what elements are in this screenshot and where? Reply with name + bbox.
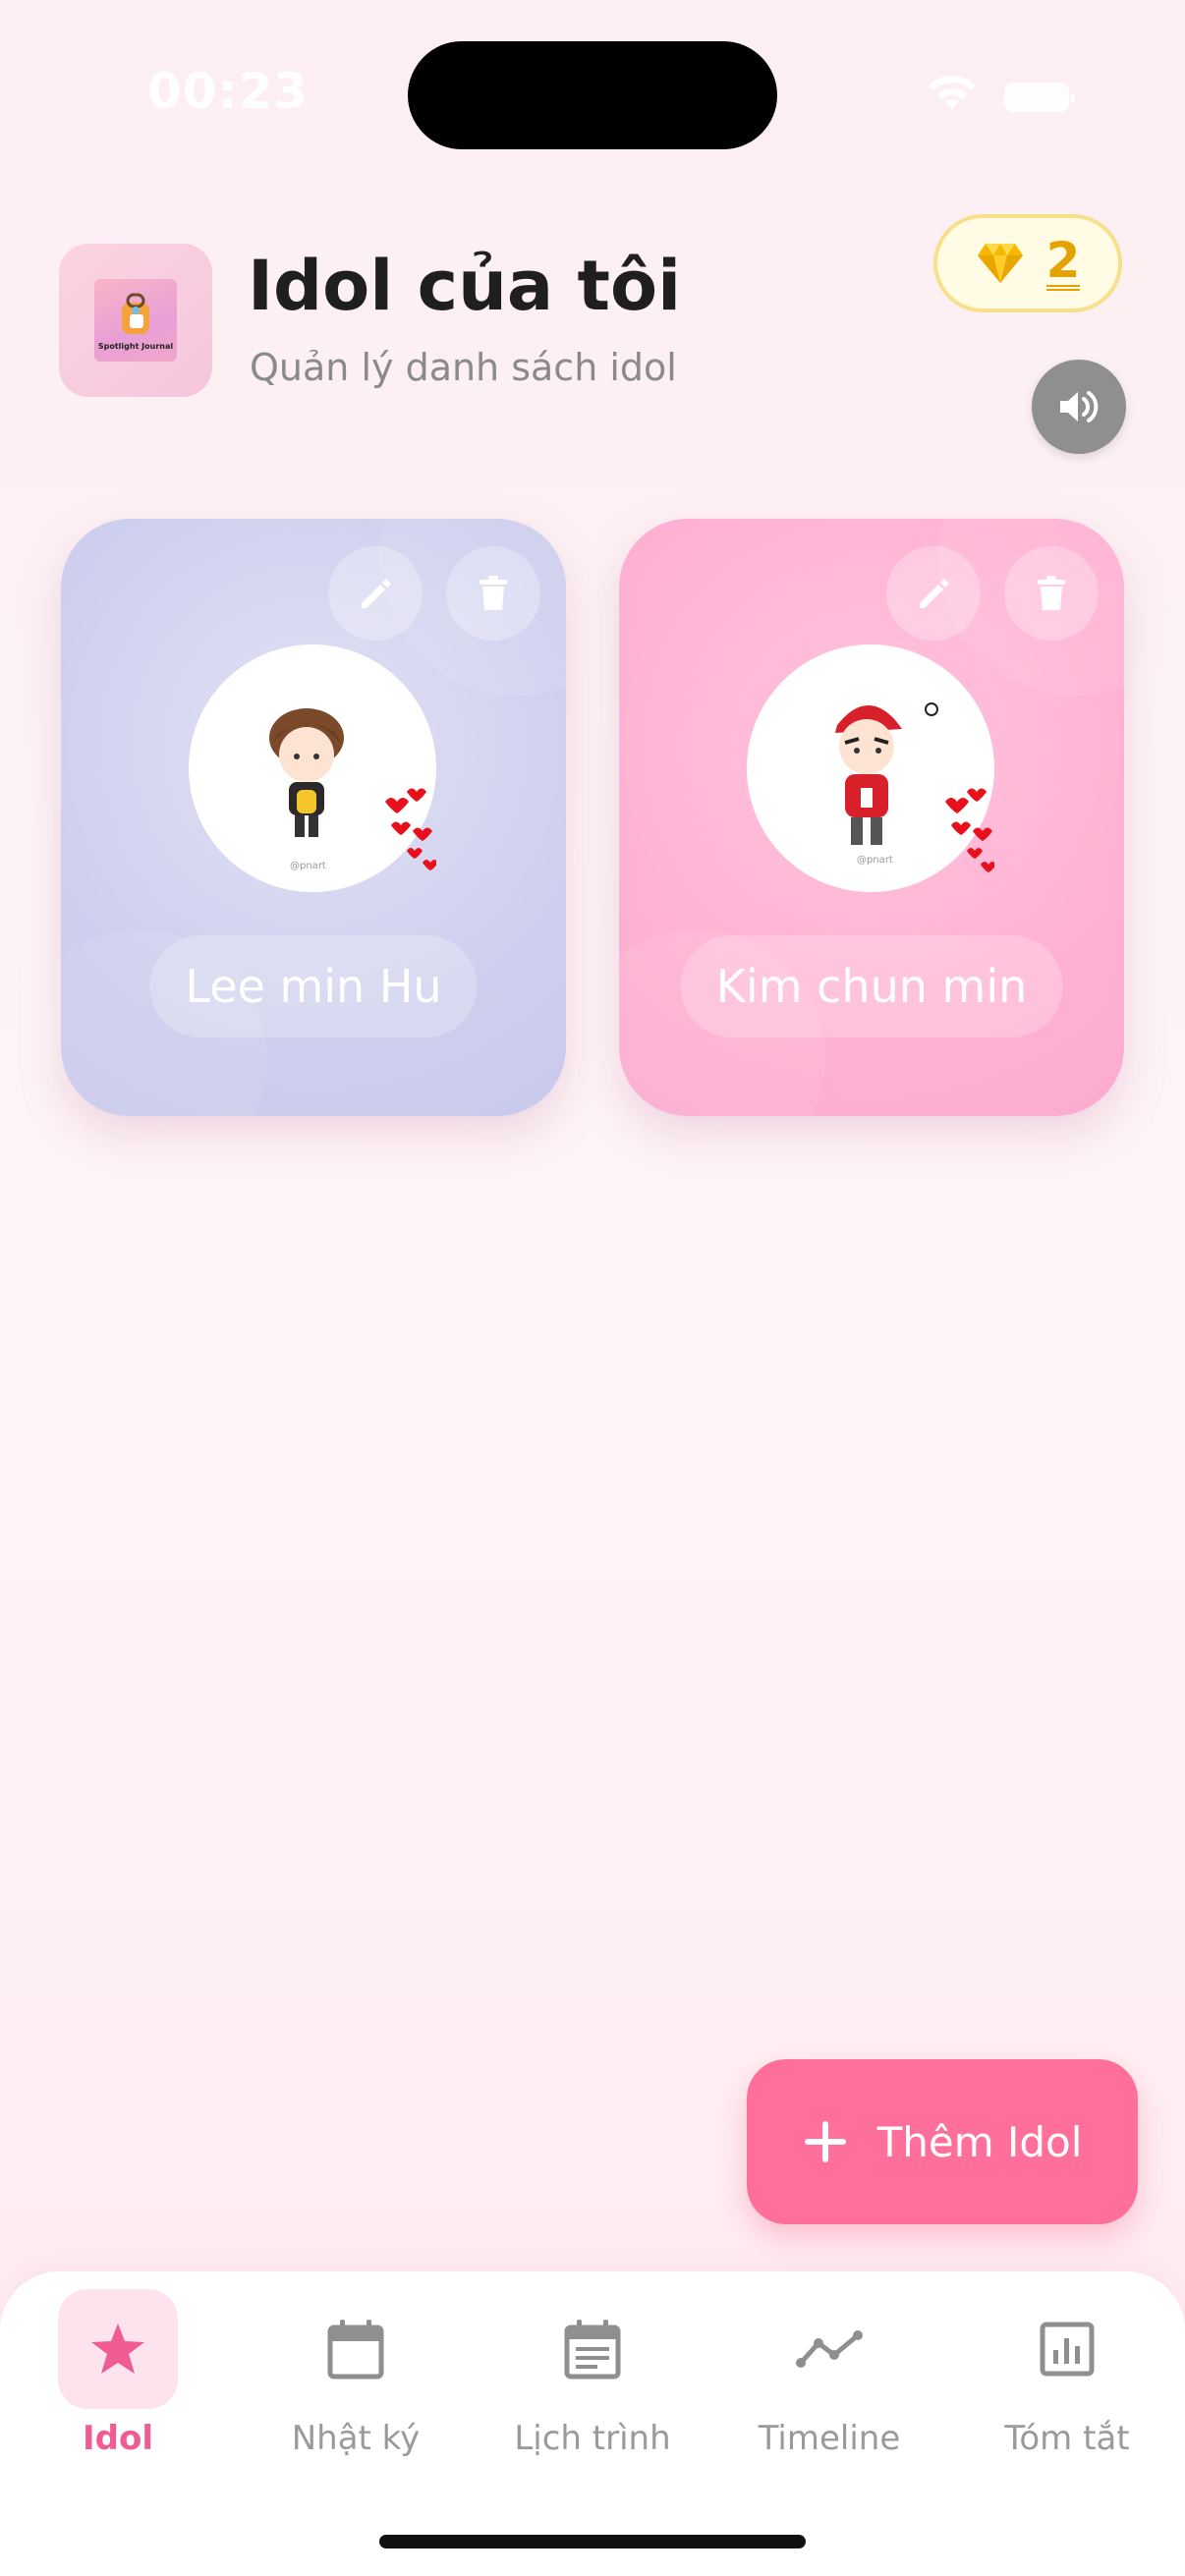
edit-idol-button[interactable] (886, 546, 981, 641)
nav-label: Nhật ký (291, 2419, 421, 2458)
nav-icon-container (769, 2289, 889, 2409)
idol-card[interactable]: @pnart Kim chun min (619, 519, 1124, 1116)
home-indicator (379, 2535, 806, 2548)
page-title: Idol của tôi (248, 246, 682, 326)
bottom-nav: Idol Nhật ký Lịch trình Timeline Tóm tắt (0, 2271, 1185, 2576)
schedule-icon (564, 2320, 621, 2380)
status-time: 00:23 (147, 63, 310, 120)
nav-icon-container (533, 2289, 652, 2409)
nav-icon-container (58, 2289, 178, 2409)
svg-text:@pnart: @pnart (290, 861, 326, 871)
chibi-avatar-illustration: @pnart (269, 708, 438, 871)
pencil-icon (920, 579, 949, 608)
svg-text:@pnart: @pnart (857, 855, 893, 866)
trash-icon (1038, 576, 1065, 610)
add-idol-label: Thêm Idol (876, 2117, 1083, 2166)
nav-label: Tóm tắt (1004, 2419, 1130, 2458)
edit-idol-button[interactable] (328, 546, 423, 641)
nav-icon-container (1007, 2289, 1127, 2409)
delete-idol-button[interactable] (446, 546, 540, 641)
app-logo: Spotlight Journal (59, 244, 212, 397)
app-logo-image: Spotlight Journal (94, 279, 177, 362)
page-subtitle: Quản lý danh sách idol (250, 346, 677, 389)
idol-avatar: @pnart (189, 644, 438, 892)
nav-item-tom-tat[interactable]: Tóm tắt (959, 2289, 1175, 2486)
nav-item-nhat-ky[interactable]: Nhật ký (248, 2289, 464, 2486)
nav-label: Timeline (758, 2419, 901, 2458)
pencil-icon (362, 579, 391, 608)
idol-avatar: @pnart (747, 644, 996, 892)
nav-item-lich-trinh[interactable]: Lịch trình (484, 2289, 701, 2486)
nav-item-idol[interactable]: Idol (10, 2289, 226, 2486)
delete-idol-button[interactable] (1004, 546, 1099, 641)
plus-icon (804, 2121, 846, 2162)
chibi-avatar-illustration: @pnart (835, 702, 996, 872)
battery-icon (1004, 83, 1075, 112)
speaker-icon (1060, 391, 1099, 422)
nav-label: Idol (82, 2419, 153, 2458)
gem-count: 2 (1045, 232, 1081, 291)
gem-badge[interactable]: 2 (933, 214, 1122, 312)
idol-name: Kim chun min (680, 935, 1063, 1037)
diamond-icon (977, 244, 1023, 283)
nav-icon-container (296, 2289, 416, 2409)
idol-card[interactable]: @pnart Lee min Hu (61, 519, 566, 1116)
status-bar: 00:23 (0, 0, 1185, 187)
sound-toggle-button[interactable] (1032, 360, 1126, 454)
nav-item-timeline[interactable]: Timeline (721, 2289, 937, 2486)
calendar-icon (327, 2320, 384, 2380)
dynamic-island (408, 41, 777, 149)
timeline-icon (796, 2330, 863, 2368)
wifi-icon (929, 76, 976, 110)
backpack-icon (122, 293, 149, 334)
idol-name: Lee min Hu (149, 935, 478, 1037)
nav-label: Lịch trình (514, 2419, 671, 2458)
summary-chart-icon (1040, 2322, 1095, 2377)
add-idol-button[interactable]: Thêm Idol (747, 2059, 1138, 2224)
app-logo-text: Spotlight Journal (97, 341, 174, 351)
trash-icon (480, 576, 507, 610)
star-icon (91, 2324, 144, 2374)
